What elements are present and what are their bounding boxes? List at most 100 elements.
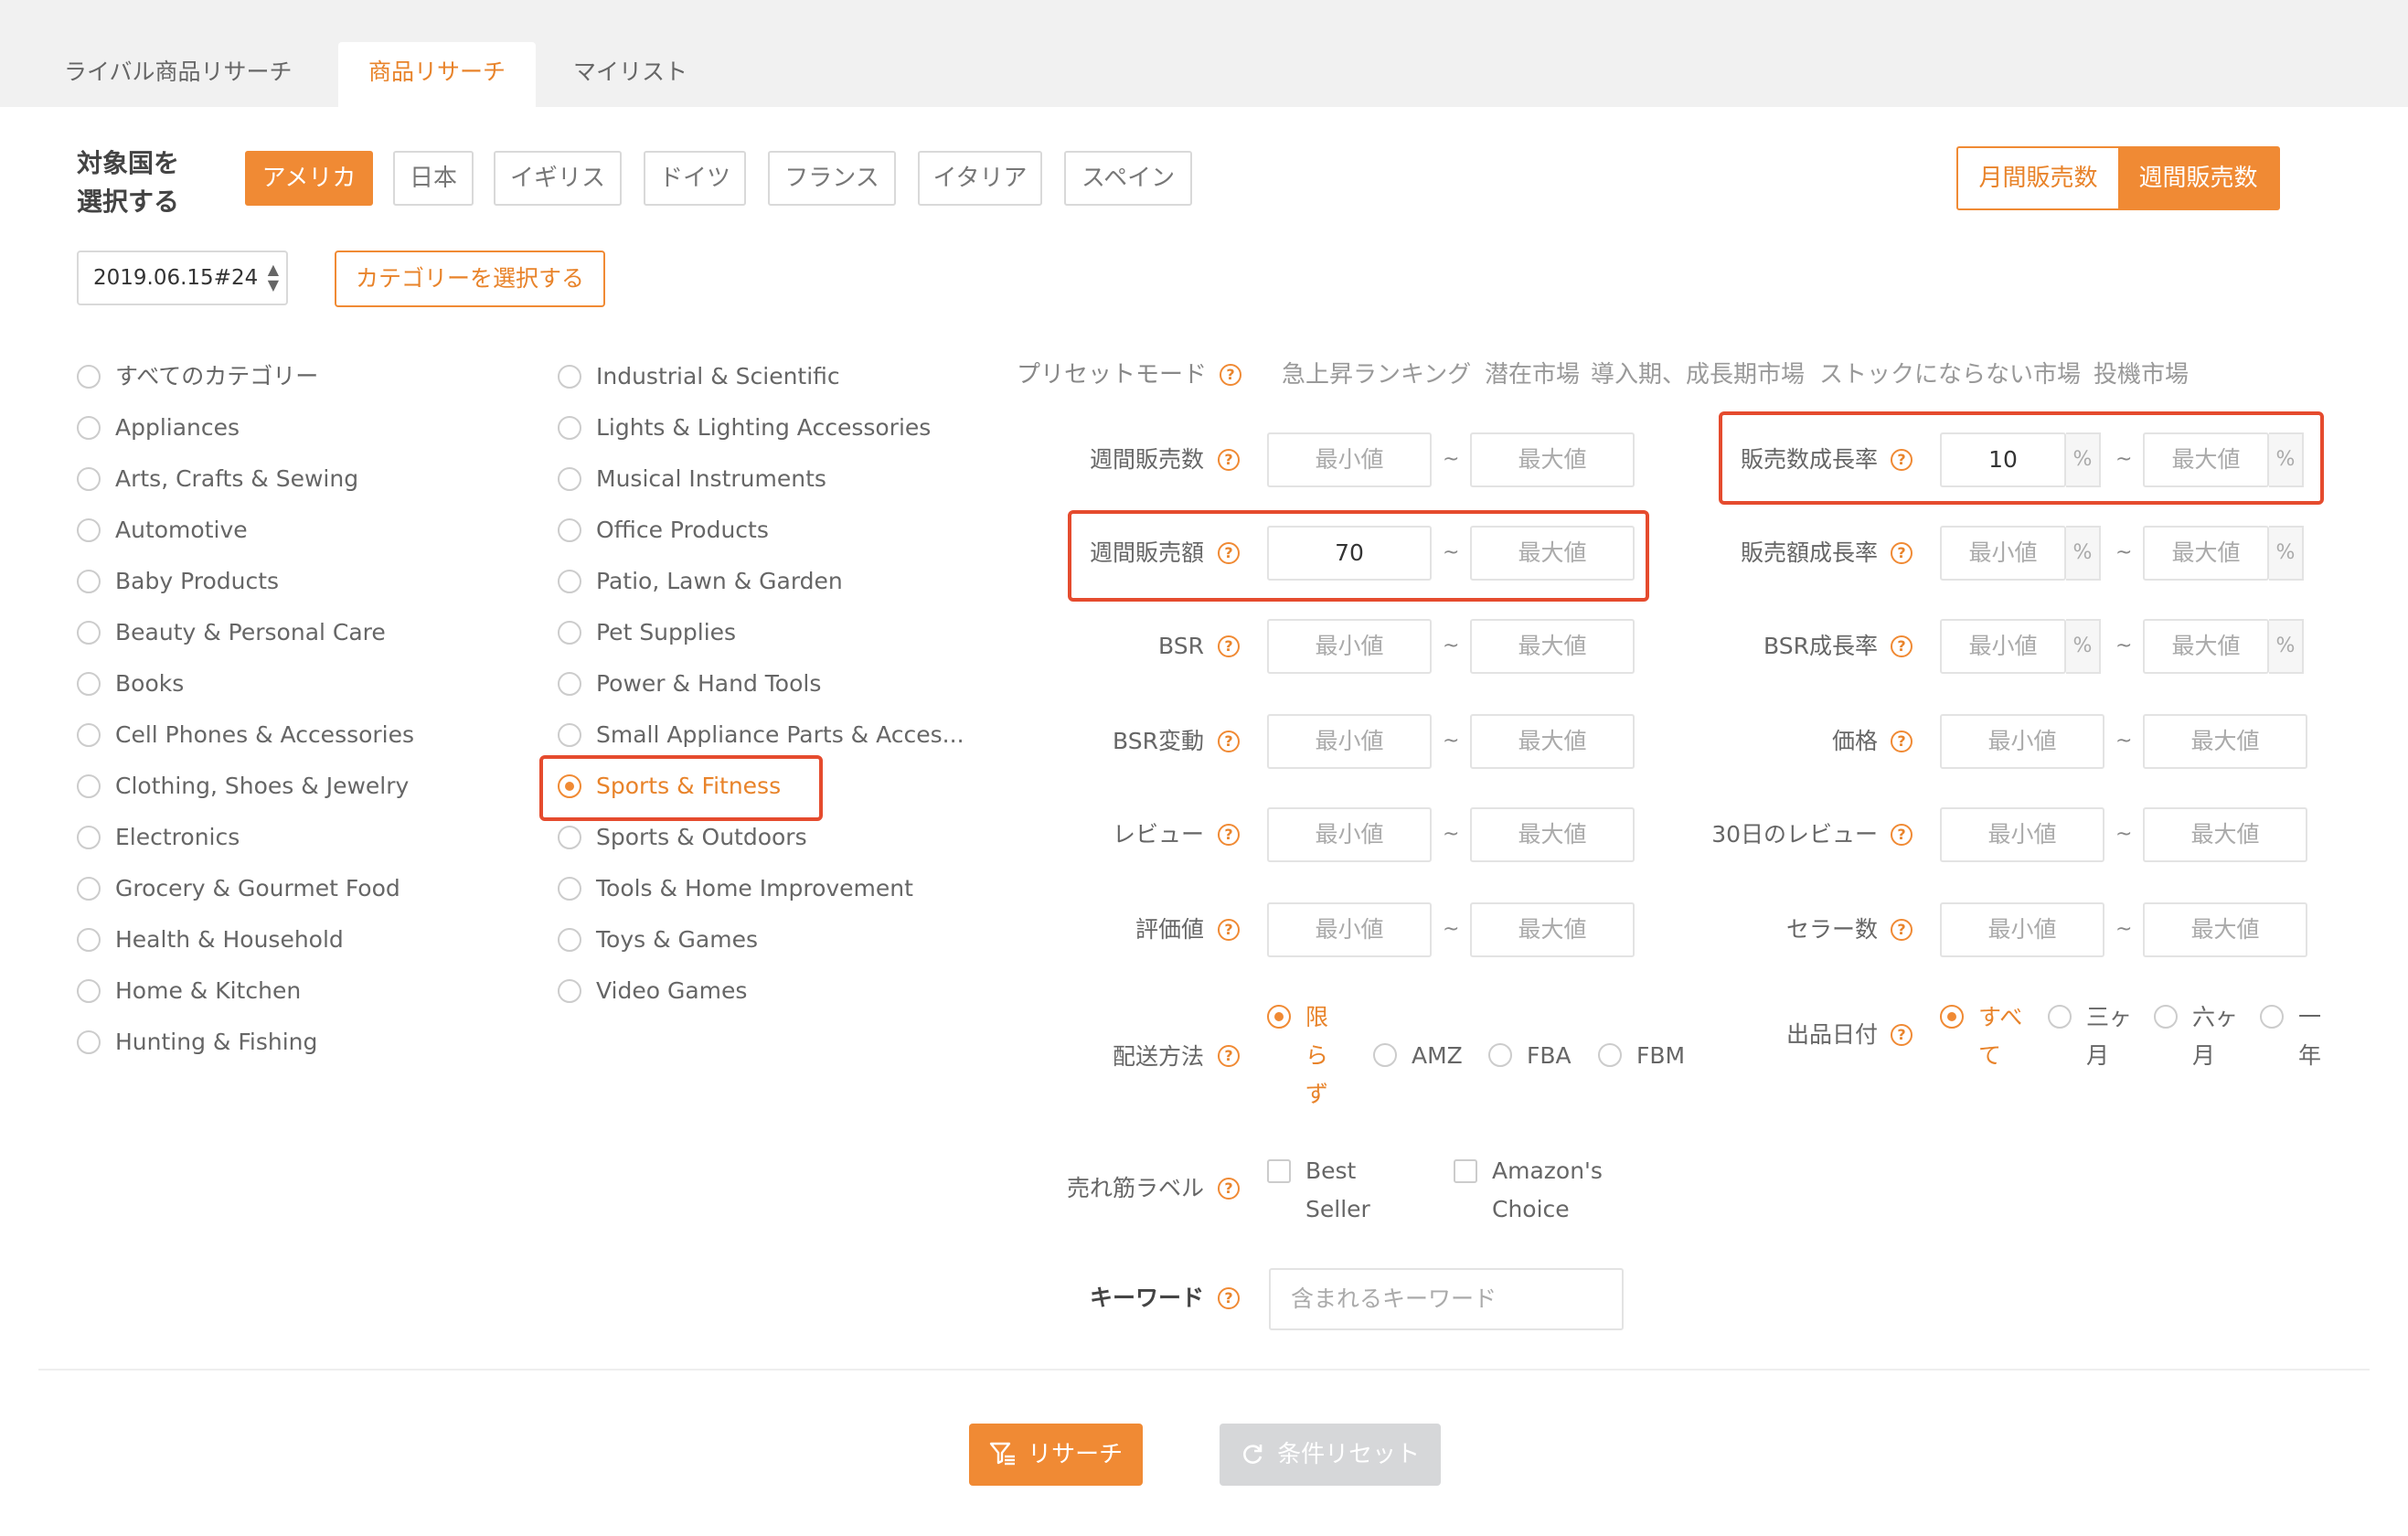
weekly-sales-amount-min-input[interactable]: 70 — [1267, 526, 1432, 581]
filter-label-rating: 評価値 — [1135, 916, 1204, 943]
filter-label-weekly-sales-amount: 週間販売額 — [1089, 539, 1204, 566]
help-icon[interactable]: ? — [1891, 1024, 1913, 1046]
help-icon[interactable]: ? — [1891, 542, 1913, 564]
help-icon[interactable]: ? — [1218, 542, 1240, 564]
category-option-label: Hunting & Fishing — [115, 1029, 318, 1055]
reset-button-label: 条件リセット — [1277, 1441, 1421, 1468]
bsr-growth-max-input[interactable]: 最大値 — [2143, 619, 2269, 674]
bsr-growth-min-input[interactable]: 最小値 — [1940, 619, 2066, 674]
shipping-option-fbm[interactable]: FBM — [1598, 1037, 1699, 1075]
help-icon[interactable]: ? — [1220, 364, 1241, 386]
bsr-max-input[interactable]: 最大値 — [1470, 619, 1635, 674]
preset-speculative-market[interactable]: 投機市場 — [2094, 357, 2189, 393]
seller-count-min-input[interactable]: 最小値 — [1940, 902, 2104, 957]
sales-count-growth-max-input[interactable]: 最大値 — [2143, 432, 2269, 487]
help-icon[interactable]: ? — [1218, 635, 1240, 657]
bsr-min-input[interactable]: 最小値 — [1267, 619, 1432, 674]
listing-date-option-1year[interactable]: 一 年 — [2260, 998, 2326, 1075]
help-icon[interactable]: ? — [1218, 1287, 1240, 1309]
sales-amount-growth-min-input[interactable]: 最小値 — [1940, 526, 2066, 581]
rating-max-input[interactable]: 最大値 — [1470, 902, 1635, 957]
country-button-spain[interactable]: スペイン — [1064, 151, 1192, 206]
amazons-choice-text: Amazon's Choice — [1492, 1157, 1603, 1222]
review-max-input[interactable]: 最大値 — [1470, 807, 1635, 862]
weekly-sales-count-max-input[interactable]: 最大値 — [1470, 432, 1635, 487]
research-button[interactable]: リサーチ — [969, 1424, 1143, 1486]
listing-date-option-6months[interactable]: 六ヶ 月 — [2154, 998, 2242, 1075]
country-button-france[interactable]: フランス — [768, 151, 896, 206]
range-tilde: ~ — [1443, 730, 1460, 752]
keyword-input[interactable]: 含まれるキーワード — [1269, 1268, 1624, 1330]
tab-product-research[interactable]: 商品リサーチ — [338, 42, 536, 107]
shipping-option-amz[interactable]: AMZ — [1373, 1037, 1474, 1075]
price-max-input[interactable]: 最大値 — [2143, 714, 2307, 769]
amazons-choice-checkbox[interactable]: Amazon's Choice — [1454, 1152, 1609, 1229]
listing-date-option-3months-text: 三ヶ 月 — [2086, 1004, 2133, 1069]
help-icon[interactable]: ? — [1891, 919, 1913, 941]
select-category-button[interactable]: カテゴリーを選択する — [335, 251, 605, 307]
category-option-label: Clothing, Shoes & Jewelry — [115, 773, 410, 799]
reset-conditions-button[interactable]: 条件リセット — [1220, 1424, 1441, 1486]
filter-label-price: 価格 — [1831, 728, 1878, 754]
country-button-uk[interactable]: イギリス — [494, 151, 622, 206]
review-min-input[interactable]: 最小値 — [1267, 807, 1432, 862]
help-icon[interactable]: ? — [1218, 731, 1240, 752]
bsr-change-min-input[interactable]: 最小値 — [1267, 714, 1432, 769]
radio-icon — [558, 621, 581, 645]
category-option-label: Appliances — [115, 414, 240, 441]
listing-date-option-6months-text: 六ヶ 月 — [2192, 1004, 2239, 1069]
radio-icon — [558, 826, 581, 849]
shipping-option-any-text: 限 ら ず — [1305, 1004, 1329, 1107]
listing-date-option-all[interactable]: すべ て — [1940, 998, 2028, 1075]
best-seller-checkbox[interactable]: Best Seller — [1267, 1152, 1395, 1229]
category-option-label: Home & Kitchen — [115, 977, 302, 1004]
date-select[interactable]: 2019.06.15#24 ▲ ▼ — [77, 251, 288, 305]
preset-non-stock-market[interactable]: ストックにならない市場 — [1819, 357, 2081, 393]
monthly-sales-button[interactable]: 月間販売数 — [1958, 148, 2118, 208]
preset-potential-market[interactable]: 潜在市場 — [1485, 357, 1580, 393]
help-icon[interactable]: ? — [1218, 1178, 1240, 1200]
country-button-germany[interactable]: ドイツ — [644, 151, 746, 206]
review-30d-min-input[interactable]: 最小値 — [1940, 807, 2104, 862]
bsr-change-max-input[interactable]: 最大値 — [1470, 714, 1635, 769]
weekly-sales-amount-max-input[interactable]: 最大値 — [1470, 526, 1635, 581]
country-button-usa[interactable]: アメリカ — [245, 151, 373, 206]
radio-icon — [77, 774, 101, 798]
sales-amount-growth-max-input[interactable]: 最大値 — [2143, 526, 2269, 581]
review-30d-max-input[interactable]: 最大値 — [2143, 807, 2307, 862]
preset-growth-market[interactable]: 導入期、成長期市場 — [1591, 357, 1805, 393]
help-icon[interactable]: ? — [1891, 635, 1913, 657]
help-icon[interactable]: ? — [1218, 1045, 1240, 1067]
category-option-label: Grocery & Gourmet Food — [115, 875, 400, 901]
help-icon[interactable]: ? — [1218, 449, 1240, 471]
help-icon[interactable]: ? — [1218, 919, 1240, 941]
help-icon[interactable]: ? — [1218, 824, 1240, 846]
shipping-option-any[interactable]: 限 ら ず — [1267, 998, 1328, 1117]
radio-icon — [77, 467, 101, 491]
range-tilde: ~ — [1443, 448, 1460, 471]
country-button-italy[interactable]: イタリア — [918, 151, 1042, 206]
radio-icon — [77, 1030, 101, 1054]
help-icon[interactable]: ? — [1891, 449, 1913, 471]
tab-rival-research[interactable]: ライバル商品リサーチ — [64, 42, 293, 107]
price-min-input[interactable]: 最小値 — [1940, 714, 2104, 769]
sales-count-growth-min-input[interactable]: 10 — [1940, 432, 2066, 487]
help-icon[interactable]: ? — [1891, 824, 1913, 846]
shipping-option-fba[interactable]: FBA — [1488, 1037, 1589, 1075]
listing-date-option-3months[interactable]: 三ヶ 月 — [2048, 998, 2136, 1075]
weekly-sales-button[interactable]: 週間販売数 — [2118, 148, 2278, 208]
percent-suffix: % — [2269, 432, 2304, 487]
rating-min-input[interactable]: 最小値 — [1267, 902, 1432, 957]
radio-icon — [1940, 1005, 1964, 1029]
preset-rapid-rise[interactable]: 急上昇ランキング — [1282, 357, 1471, 393]
country-button-japan[interactable]: 日本 — [393, 151, 474, 206]
range-tilde: ~ — [2115, 730, 2133, 752]
category-option-label: Small Appliance Parts & Acces... — [596, 721, 964, 748]
tab-my-list[interactable]: マイリスト — [573, 42, 687, 107]
help-icon[interactable]: ? — [1891, 731, 1913, 752]
range-tilde: ~ — [2115, 918, 2133, 941]
radio-icon — [558, 570, 581, 593]
weekly-sales-count-min-input[interactable]: 最小値 — [1267, 432, 1432, 487]
seller-count-max-input[interactable]: 最大値 — [2143, 902, 2307, 957]
filter-label-weekly-sales-count: 週間販売数 — [1089, 446, 1204, 473]
